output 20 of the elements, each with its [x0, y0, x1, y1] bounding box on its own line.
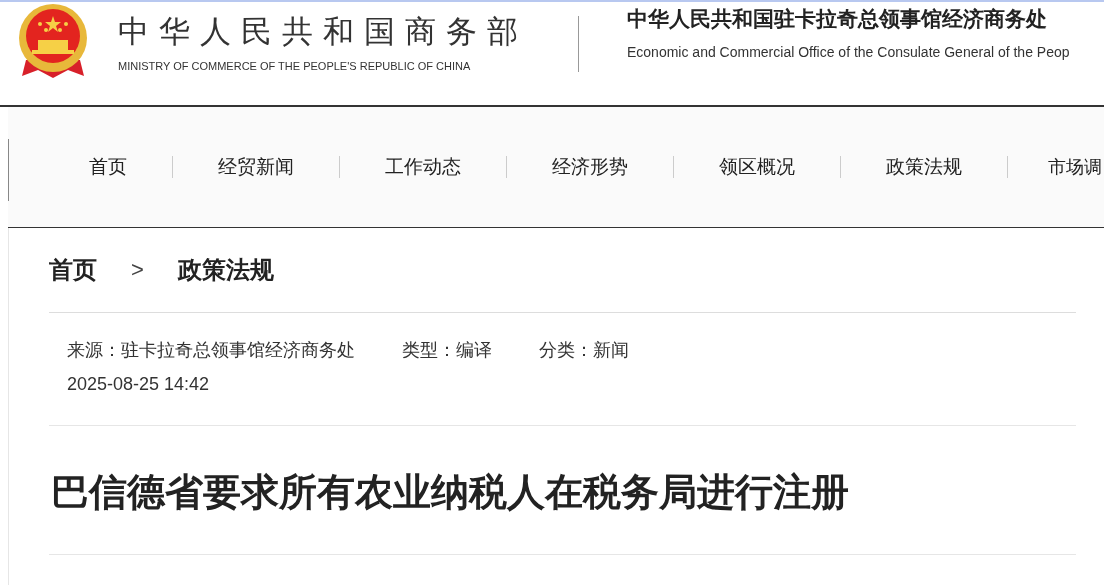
emblem-icon [18, 2, 88, 80]
breadcrumb-link[interactable]: 政策法规 [177, 254, 274, 286]
ministry-name-english: MINISTRY OF COMMERCE OF THE PEOPLE'S REPUBLIC OF CHINA [118, 60, 472, 72]
breadcrumb-link[interactable]: 首页 [49, 254, 97, 286]
category-label: 分类：新闻 [539, 340, 630, 360]
nav-link[interactable]: 工作动态 [339, 156, 506, 178]
nav-link[interactable]: 经贸新闻 [172, 156, 339, 178]
nav-link[interactable]: 经济形势 [506, 156, 673, 178]
source-label: 来源：驻卡拉奇总领事馆经济商务处 [67, 340, 355, 360]
nav-link[interactable]: 领区概况 [673, 156, 840, 178]
nav-link[interactable]: 政策法规 [840, 156, 1007, 178]
nav-link[interactable]: 市场调 [1007, 156, 1102, 178]
type-label: 类型：编译 [402, 340, 492, 360]
office-name-english: Economic and Commercial Office of the Consulate General of the Peop [627, 44, 1070, 60]
ministry-name: 中华人民共和国商务部 [118, 14, 528, 50]
office-name: 中华人民共和国驻卡拉奇总领事馆经济商务处 [627, 6, 1048, 32]
article-title: 巴信德省要求所有农业纳税人在税务局进行注册 [49, 426, 1076, 555]
breadcrumb-separator: > [131, 257, 144, 283]
publish-date: 2025-08-25 14:42 [67, 373, 211, 396]
nav-link[interactable]: 首页 [8, 156, 172, 178]
